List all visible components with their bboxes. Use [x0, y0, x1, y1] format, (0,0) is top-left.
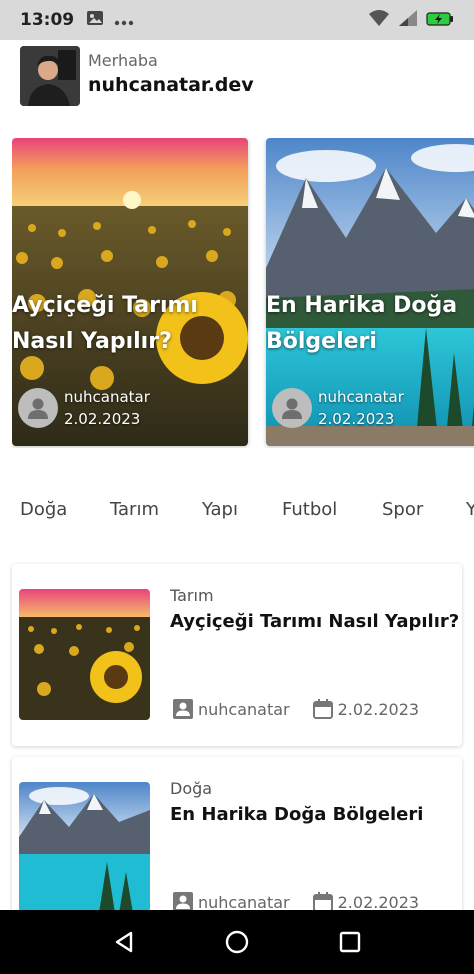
back-icon[interactable] [102, 920, 146, 964]
author-avatar-icon [18, 388, 58, 428]
post-category: Tarım [170, 586, 214, 605]
featured-date: 2.02.2023 [64, 410, 141, 428]
post-thumbnail [19, 589, 150, 720]
featured-date: 2.02.2023 [318, 410, 395, 428]
post-thumbnail [19, 782, 150, 913]
featured-title: Ayçiçeği Tarımı Nasıl Yapılır? [12, 293, 198, 354]
post-card[interactable]: Tarım Ayçiçeği Tarımı Nasıl Yapılır? nuh… [12, 564, 462, 746]
home-icon[interactable] [215, 920, 259, 964]
signal-icon [398, 9, 418, 31]
post-author: nuhcanatar [198, 892, 290, 912]
more-dots-icon [114, 11, 134, 30]
post-title: En Harika Doğa Bölgeleri [170, 804, 424, 825]
author-avatar-icon [272, 388, 312, 428]
user-avatar[interactable] [20, 46, 80, 106]
battery-charging-icon [426, 11, 454, 30]
tab-futbol[interactable]: Futbol [282, 499, 337, 520]
post-meta: nuhcanatar 2.02.2023 [172, 698, 419, 720]
featured-meta: nuhcanatar 2.02.2023 [272, 386, 404, 430]
status-bar: 13:09 [0, 0, 474, 40]
post-date: 2.02.2023 [337, 699, 420, 719]
featured-card[interactable]: Ayçiçeği Tarımı Nasıl Yapılır? nuhcanata… [12, 138, 248, 446]
tab-doga[interactable]: Doğa [20, 499, 67, 520]
featured-author: nuhcanatar [64, 388, 150, 406]
tab-yapi[interactable]: Yapı [202, 499, 238, 520]
featured-author: nuhcanatar [318, 388, 404, 406]
wifi-icon [368, 9, 390, 31]
username-text: nuhcanatar.dev [88, 73, 254, 96]
tab-partial[interactable]: Y [466, 499, 474, 520]
featured-card[interactable]: En Harika Doğa Bölgeleri nuhcanatar 2.02… [266, 138, 474, 446]
gallery-icon [86, 10, 104, 30]
post-category: Doğa [170, 779, 213, 798]
tab-spor[interactable]: Spor [382, 499, 423, 520]
post-title: Ayçiçeği Tarımı Nasıl Yapılır? [170, 611, 460, 632]
featured-carousel[interactable]: Ayçiçeği Tarımı Nasıl Yapılır? nuhcanata… [12, 138, 474, 448]
featured-meta: nuhcanatar 2.02.2023 [18, 386, 150, 430]
post-date: 2.02.2023 [337, 892, 420, 912]
system-nav-bar [0, 910, 474, 974]
author-icon [172, 698, 194, 720]
post-author: nuhcanatar [198, 699, 290, 719]
recents-icon[interactable] [328, 920, 372, 964]
profile-header: Merhaba nuhcanatar.dev [20, 46, 254, 106]
status-time: 13:09 [20, 10, 75, 30]
greeting-text: Merhaba [88, 50, 158, 70]
category-tabs[interactable]: Doğa Tarım Yapı Futbol Spor Y [0, 495, 474, 529]
tab-tarim[interactable]: Tarım [110, 499, 159, 520]
calendar-icon [312, 698, 334, 720]
featured-title: En Harika Doğa Bölgeleri [266, 293, 458, 354]
